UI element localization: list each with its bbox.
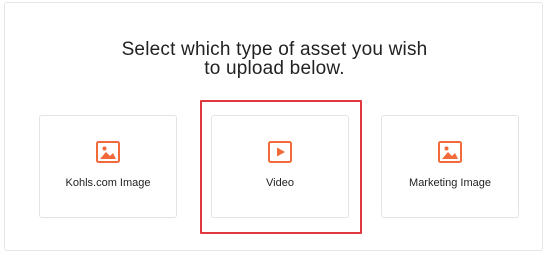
asset-option-label: Kohls.com Image — [65, 177, 151, 189]
asset-option-label: Marketing Image — [409, 177, 491, 189]
asset-option-marketing-image[interactable]: Marketing Image — [381, 115, 519, 218]
heading-line-2: to upload below. — [204, 58, 345, 79]
asset-option-label: Video — [266, 177, 294, 189]
image-icon — [438, 141, 462, 163]
heading-line-1: Select which type of asset you wish — [121, 39, 428, 60]
video-play-icon — [268, 141, 292, 163]
asset-option-kohls-image[interactable]: Kohls.com Image — [39, 115, 177, 218]
page-heading: Select which type of asset you wish to u… — [0, 40, 549, 78]
asset-option-video[interactable]: Video — [211, 115, 349, 218]
image-icon — [96, 141, 120, 163]
